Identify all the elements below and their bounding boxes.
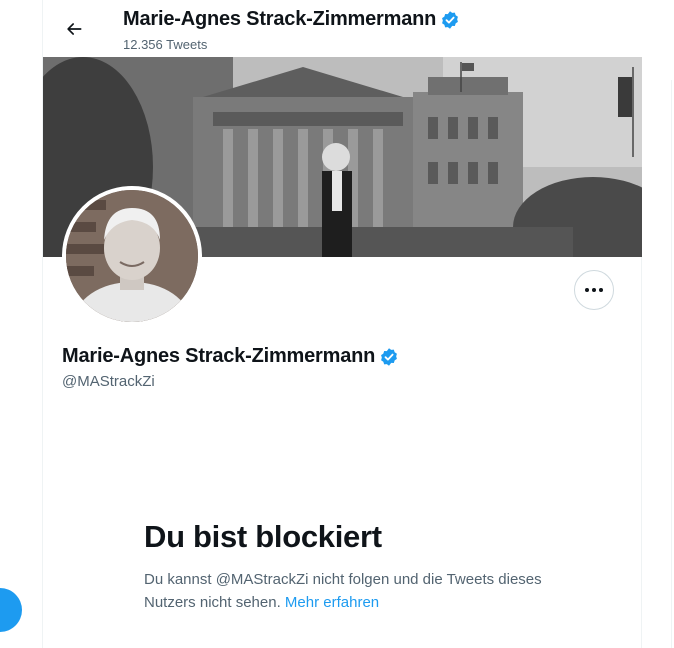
compose-tweet-button[interactable] bbox=[0, 588, 22, 632]
tweet-count: 12.356 Tweets bbox=[123, 37, 208, 52]
profile-column: Marie-Agnes Strack-Zimmermann 12.356 Twe… bbox=[42, 0, 643, 648]
verified-badge-icon bbox=[381, 347, 398, 366]
header-title: Marie-Agnes Strack-Zimmermann bbox=[123, 8, 460, 31]
learn-more-link[interactable]: Mehr erfahren bbox=[285, 594, 379, 611]
more-horizontal-icon bbox=[585, 288, 589, 292]
verified-badge-icon bbox=[442, 10, 459, 29]
blocked-title: Du bist blockiert bbox=[144, 519, 382, 554]
header-name-text: Marie-Agnes Strack-Zimmermann bbox=[123, 8, 437, 30]
more-options-button[interactable] bbox=[574, 270, 614, 310]
left-sidebar bbox=[0, 0, 42, 648]
profile-handle: @MAStrackZi bbox=[62, 373, 155, 390]
divider bbox=[671, 80, 672, 648]
profile-avatar[interactable] bbox=[62, 186, 202, 326]
blocked-message-block: Du kannst @MAStrackZi nicht folgen und d… bbox=[144, 568, 564, 614]
profile-name-text: Marie-Agnes Strack-Zimmermann bbox=[62, 345, 376, 367]
profile-name: Marie-Agnes Strack-Zimmermann bbox=[62, 345, 399, 368]
back-button[interactable] bbox=[57, 12, 91, 46]
right-sidebar-edge bbox=[642, 0, 674, 648]
profile-header: Marie-Agnes Strack-Zimmermann 12.356 Twe… bbox=[43, 0, 643, 57]
arrow-left-icon bbox=[67, 23, 82, 35]
